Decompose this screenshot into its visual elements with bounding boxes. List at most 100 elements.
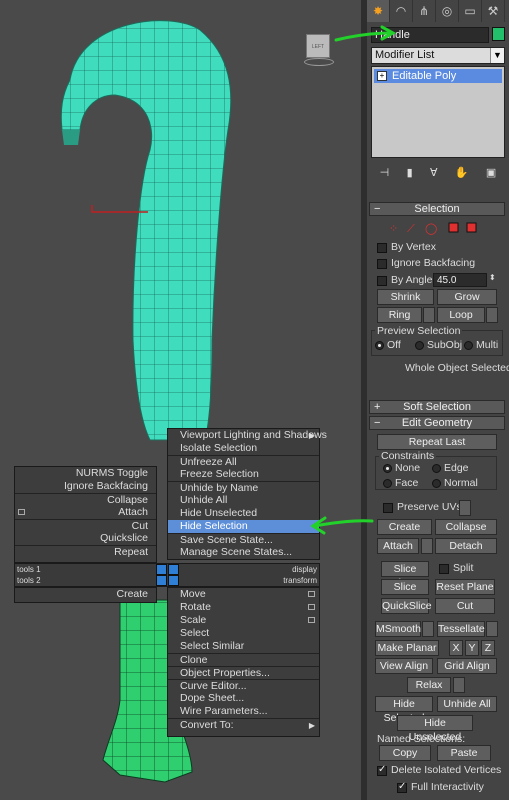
pin-stack-icon[interactable]: ⊣ xyxy=(380,166,390,179)
create-tab[interactable]: ✸ xyxy=(367,0,390,22)
menu-item-cut[interactable]: Cut xyxy=(15,519,156,532)
preview-off-radio[interactable] xyxy=(375,341,384,350)
split-checkbox[interactable] xyxy=(439,564,449,574)
menu-item-clone[interactable]: Clone xyxy=(168,653,319,666)
menu-item-save-scene-state[interactable]: Save Scene State... xyxy=(168,533,319,546)
relax-settings-button[interactable] xyxy=(453,677,465,693)
menu-item-manage-scene-states[interactable]: Manage Scene States... xyxy=(168,546,319,559)
menu-item-unfreeze-all[interactable]: Unfreeze All xyxy=(168,455,319,468)
object-color-swatch[interactable] xyxy=(492,27,505,41)
hide-unselected-button[interactable]: Hide Unselected xyxy=(397,715,473,743)
by-vertex-checkbox[interactable] xyxy=(377,243,387,253)
quad-selector-br[interactable] xyxy=(168,575,179,586)
menu-item-unhide-all[interactable]: Unhide All xyxy=(168,494,319,507)
cut-button[interactable]: Cut xyxy=(435,598,495,614)
preview-subobj-radio[interactable] xyxy=(415,341,424,350)
view-align-button[interactable]: View Align xyxy=(375,658,433,674)
menu-item-isolate-selection[interactable]: Isolate Selection xyxy=(168,442,319,455)
stack-item-editable-poly[interactable]: + Editable Poly xyxy=(374,69,502,83)
menu-item-object-properties[interactable]: Object Properties... xyxy=(168,666,319,679)
unhide-all-button[interactable]: Unhide All xyxy=(437,696,497,712)
constraint-face-radio[interactable] xyxy=(383,479,392,488)
constraint-normal-radio[interactable] xyxy=(432,479,441,488)
relax-button[interactable]: Relax xyxy=(407,677,451,693)
make-unique-icon[interactable]: ∀ xyxy=(430,166,438,179)
object-name-field[interactable]: Handle xyxy=(371,27,489,43)
delete-isolated-checkbox[interactable] xyxy=(377,764,387,776)
slice-plane-button[interactable]: Slice Plane xyxy=(381,561,429,589)
constraint-none-radio[interactable] xyxy=(383,464,392,473)
detach-button[interactable]: Detach xyxy=(435,538,497,554)
menu-item-scale[interactable]: Scale xyxy=(168,614,319,627)
edit-geometry-rollout-header[interactable]: − Edit Geometry xyxy=(369,416,505,430)
attach-button[interactable]: Attach xyxy=(377,538,419,554)
angle-spinner[interactable]: 45.0 xyxy=(433,273,487,287)
hierarchy-tab[interactable]: ⋔ xyxy=(413,0,436,22)
quad-selector-bl[interactable] xyxy=(156,575,167,586)
spinner-arrows-icon[interactable]: ⬍ xyxy=(489,273,496,282)
ring-spinner[interactable] xyxy=(423,307,435,323)
settings-box-icon[interactable] xyxy=(308,604,315,610)
viewcube[interactable]: LEFT xyxy=(298,28,338,68)
planar-y-button[interactable]: Y xyxy=(465,640,479,656)
menu-item-freeze-selection[interactable]: Freeze Selection xyxy=(168,468,319,481)
copy-button[interactable]: Copy xyxy=(379,745,431,761)
menu-item-hide-selection[interactable]: Hide Selection xyxy=(168,520,319,533)
menu-item-curve-editor[interactable]: Curve Editor... xyxy=(168,679,319,692)
menu-item-ignore-backfacing[interactable]: Ignore Backfacing xyxy=(15,480,156,493)
menu-item-convert-to[interactable]: Convert To: ▶ xyxy=(168,718,319,731)
menu-item-rotate[interactable]: Rotate xyxy=(168,601,319,614)
loop-button[interactable]: Loop xyxy=(437,307,485,323)
hide-selected-button[interactable]: Hide Selected xyxy=(375,696,433,724)
tessellate-settings-button[interactable] xyxy=(486,621,498,637)
constraint-edge-radio[interactable] xyxy=(432,464,441,473)
attach-settings-button[interactable] xyxy=(421,538,433,554)
menu-item-create[interactable]: Create xyxy=(15,588,156,601)
make-planar-button[interactable]: Make Planar xyxy=(375,640,439,656)
ignore-backfacing-checkbox[interactable] xyxy=(377,259,387,269)
display-tab[interactable]: ▭ xyxy=(459,0,482,22)
loop-spinner[interactable] xyxy=(486,307,498,323)
menu-item-viewport-lighting[interactable]: Viewport Lighting and Shadows ▶ xyxy=(168,429,327,442)
menu-item-wire-parameters[interactable]: Wire Parameters... xyxy=(168,705,319,718)
expand-icon[interactable]: + xyxy=(377,71,387,81)
modifier-list-dropdown[interactable]: Modifier List ▼ xyxy=(371,47,505,64)
preserve-uvs-checkbox[interactable] xyxy=(383,503,393,513)
quad-selector-tr[interactable] xyxy=(168,564,179,575)
menu-item-attach[interactable]: Attach xyxy=(15,506,156,519)
menu-item-quickslice[interactable]: Quickslice xyxy=(15,532,156,545)
menu-item-hide-unselected[interactable]: Hide Unselected xyxy=(168,507,319,520)
paste-button[interactable]: Paste xyxy=(437,745,491,761)
reset-plane-button[interactable]: Reset Plane xyxy=(435,579,495,595)
settings-box-icon[interactable] xyxy=(308,591,315,597)
quickslice-button[interactable]: QuickSlice xyxy=(381,598,432,614)
menu-item-collapse[interactable]: Collapse xyxy=(15,493,156,506)
grid-align-button[interactable]: Grid Align xyxy=(437,658,497,674)
preview-multi-radio[interactable] xyxy=(464,341,473,350)
shrink-button[interactable]: Shrink xyxy=(377,289,434,305)
settings-box-icon[interactable] xyxy=(18,509,25,515)
menu-item-unhide-by-name[interactable]: Unhide by Name xyxy=(168,481,319,494)
collapse-button[interactable]: Collapse xyxy=(435,519,497,535)
settings-box-icon[interactable] xyxy=(308,617,315,623)
tessellate-button[interactable]: Tessellate xyxy=(437,621,485,637)
selection-rollout-header[interactable]: − Selection xyxy=(369,202,505,216)
motion-tab[interactable]: ◎ xyxy=(436,0,459,22)
by-angle-checkbox[interactable] xyxy=(377,276,387,286)
remove-modifier-icon[interactable]: ✋ xyxy=(455,166,469,179)
show-end-result-icon[interactable]: ▮ xyxy=(407,166,413,179)
configure-modifier-sets-icon[interactable]: ▣ xyxy=(486,166,496,179)
menu-item-repeat[interactable]: Repeat xyxy=(15,545,156,558)
planar-z-button[interactable]: Z xyxy=(481,640,495,656)
subobject-level-icons[interactable]: ⁘ ⟋ ◯ xyxy=(387,221,487,235)
menu-item-select[interactable]: Select xyxy=(168,627,319,640)
repeat-last-button[interactable]: Repeat Last xyxy=(377,434,497,450)
quad-selector-tl[interactable] xyxy=(156,564,167,575)
slice-button[interactable]: Slice xyxy=(381,579,429,595)
menu-item-select-similar[interactable]: Select Similar xyxy=(168,640,319,653)
utilities-tab[interactable]: ⚒ xyxy=(482,0,505,22)
planar-x-button[interactable]: X xyxy=(449,640,463,656)
full-interactivity-checkbox[interactable] xyxy=(397,781,407,793)
menu-item-move[interactable]: Move xyxy=(168,588,319,601)
ring-button[interactable]: Ring xyxy=(377,307,422,323)
